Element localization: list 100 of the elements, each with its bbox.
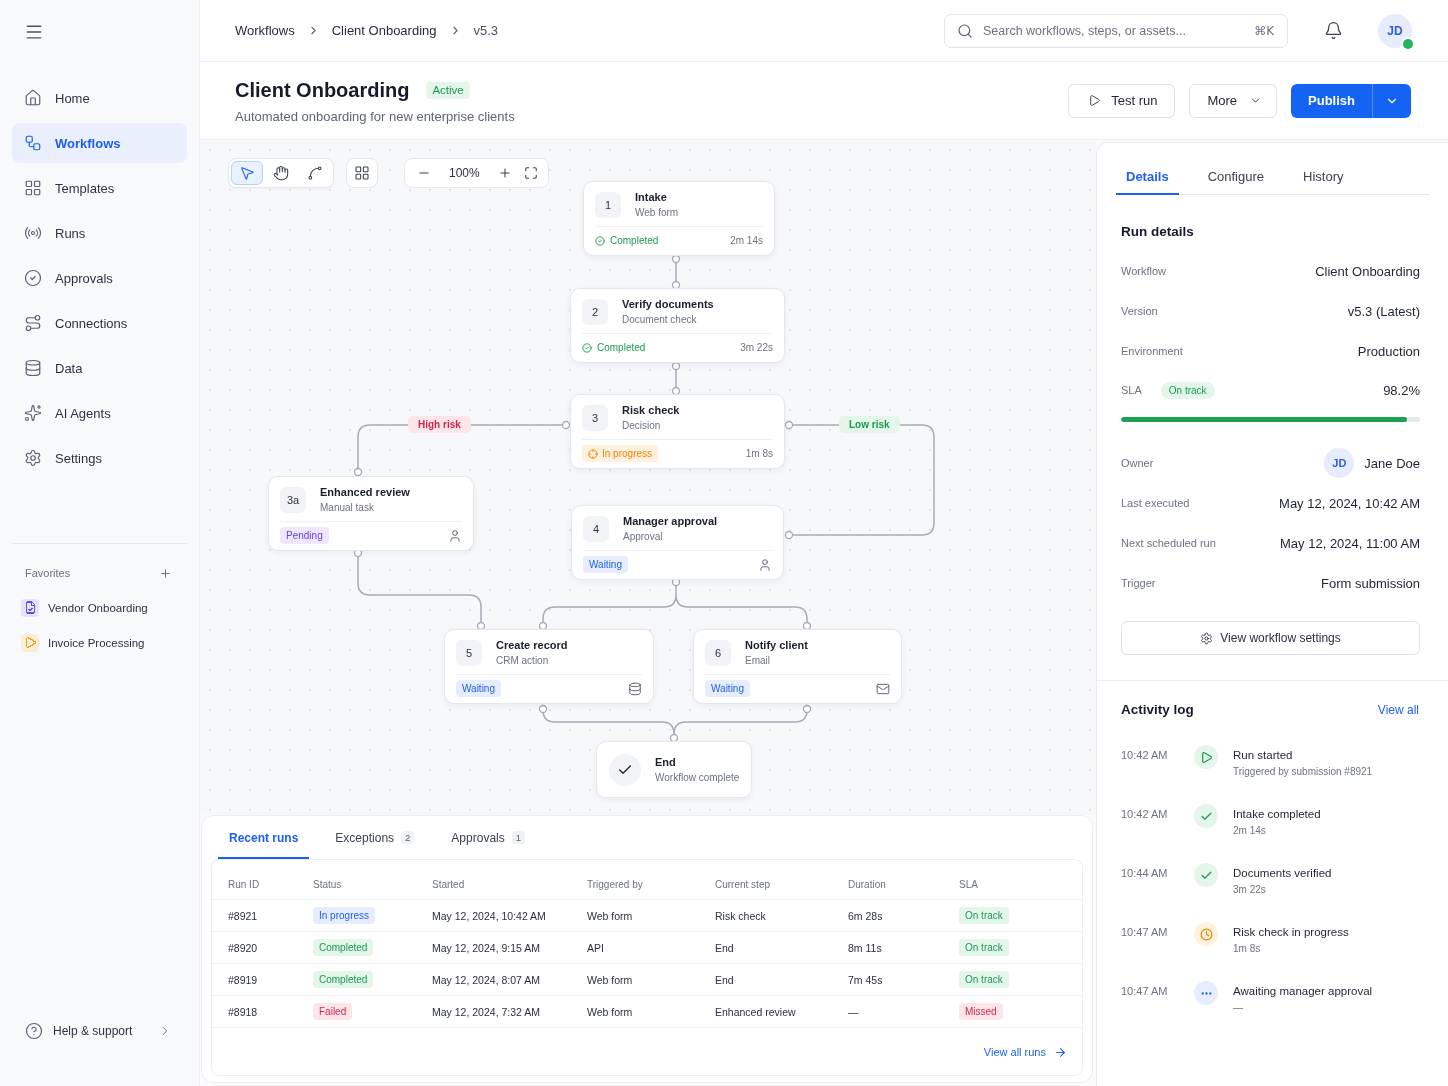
settings-button[interactable]: View workflow settings — [1121, 621, 1420, 655]
table-cell: #8919 — [228, 973, 258, 986]
table-cell: 8m 11s — [848, 941, 882, 954]
workflow-node[interactable]: 4 Manager approval Approval Waiting — [571, 505, 784, 580]
field-value: Production — [1357, 343, 1420, 359]
tab[interactable]: Details — [1116, 157, 1179, 195]
activity-detail: 2m 14s — [1233, 824, 1266, 838]
crosshair-icon — [588, 448, 598, 459]
duration-text: 3m 22s — [740, 342, 773, 353]
node-title: Intake — [635, 190, 667, 204]
status-badge: Pending — [280, 527, 329, 544]
status-badge: On track — [1160, 381, 1215, 399]
check-circle-icon — [582, 342, 592, 353]
nav-item[interactable]: Runs — [12, 213, 187, 253]
node-subtitle: Approval — [623, 530, 663, 543]
activity-detail: — — [1233, 1001, 1243, 1015]
section-title: Run details — [1121, 223, 1194, 241]
activity-time: 10:44 AM — [1121, 866, 1168, 881]
select-tool-button[interactable] — [231, 161, 263, 185]
table-cell: Web form — [587, 973, 633, 986]
view-all-link[interactable]: View all — [1377, 703, 1419, 717]
node-title: Verify documents — [622, 297, 714, 311]
nav-item[interactable]: Settings — [12, 438, 187, 478]
workflow-node[interactable]: 1 Intake Web form Completed 2m 14s — [583, 181, 775, 256]
count-badge: 1 — [511, 831, 526, 844]
workflow-node[interactable]: 3a Enhanced review Manual task Pending — [268, 476, 474, 551]
dropdown-button[interactable] — [1372, 83, 1411, 118]
fullscreen-icon[interactable] — [523, 166, 538, 180]
step-number: 3a — [280, 486, 306, 513]
bell-icon[interactable] — [1324, 21, 1343, 40]
breadcrumb-current[interactable]: v5.3 — [473, 23, 499, 38]
nav-item[interactable]: Templates — [12, 168, 187, 208]
nav-item[interactable]: Approvals — [12, 258, 187, 298]
connector-line — [671, 254, 681, 290]
view-all-link[interactable]: View all runs — [983, 1045, 1067, 1059]
menu-button[interactable]: More — [1189, 83, 1278, 118]
favorite-item[interactable]: Invoice Processing — [12, 625, 187, 660]
column-header: Duration — [848, 879, 886, 890]
grid-icon — [354, 165, 370, 181]
tab[interactable]: History — [1293, 157, 1354, 195]
duration-text: 1m 8s — [745, 448, 773, 459]
help-link[interactable]: Help & support — [12, 1021, 187, 1041]
play-icon — [21, 633, 39, 652]
workflow-node[interactable]: 3 Risk check Decision In progress 1m 8s — [570, 394, 785, 469]
status-text: Completed — [610, 235, 659, 246]
nav-item[interactable]: Home — [12, 78, 187, 118]
workflow-node[interactable]: 5 Create record CRM action Waiting — [444, 629, 654, 704]
node-subtitle: Decision — [622, 419, 661, 432]
plus-icon[interactable] — [159, 566, 172, 580]
secondary-button[interactable]: Test run — [1068, 83, 1176, 118]
end-node[interactable]: End Workflow complete — [596, 741, 752, 798]
arrow-right-icon — [1054, 1045, 1067, 1059]
activity-title: Risk check in progress — [1233, 925, 1349, 940]
table-cell: Web form — [587, 909, 633, 922]
tab[interactable]: Configure — [1197, 157, 1274, 195]
primary-button[interactable]: Publish — [1291, 83, 1372, 118]
table-cell: May 12, 2024, 9:15 AM — [432, 941, 540, 954]
layout-button[interactable] — [346, 158, 378, 188]
node-subtitle: Email — [745, 654, 770, 667]
node-title: Notify client — [745, 638, 808, 652]
shortcut-hint: ⌘K — [1254, 23, 1274, 38]
favorite-item[interactable]: Vendor Onboarding — [12, 590, 187, 625]
owner-avatar: JD — [1324, 448, 1355, 478]
table-cell: #8920 — [228, 941, 258, 954]
tab[interactable]: Approvals 1 — [440, 816, 537, 859]
nav-item[interactable]: Connections — [12, 303, 187, 343]
workflow-node[interactable]: 6 Notify client Email Waiting — [693, 629, 902, 704]
mail-icon — [876, 681, 890, 696]
column-header: Status — [313, 879, 342, 890]
breadcrumb-link[interactable]: Workflows — [235, 23, 295, 38]
breadcrumb-link[interactable]: Client Onboarding — [331, 23, 437, 38]
status-text: Completed — [597, 342, 646, 353]
user-avatar[interactable]: JD — [1378, 13, 1412, 48]
activity-time: 10:42 AM — [1121, 807, 1168, 822]
workflow-node[interactable]: 2 Verify documents Document check Completed 3m 22s — [570, 288, 785, 363]
table-cell: 6m 28s — [848, 909, 883, 922]
tab[interactable]: Exceptions 2 — [324, 816, 426, 859]
field-label: Next scheduled run — [1121, 537, 1216, 549]
menu-icon[interactable] — [24, 22, 44, 42]
nav-item[interactable]: AI Agents — [12, 393, 187, 433]
activity-detail: 3m 22s — [1233, 883, 1266, 897]
status-badge: Waiting — [705, 680, 750, 697]
nav-item[interactable]: Data — [12, 348, 187, 388]
column-header: Started — [432, 879, 465, 890]
node-title: Manager approval — [623, 514, 718, 528]
connector-line — [671, 361, 681, 396]
field-label: Environment — [1121, 345, 1183, 357]
table-cell: May 12, 2024, 8:07 AM — [432, 973, 540, 986]
status-badge: Active — [426, 81, 470, 99]
node-subtitle: CRM action — [496, 654, 549, 667]
activity-title: Intake completed — [1233, 807, 1321, 822]
play-icon — [1088, 94, 1102, 107]
plus-icon[interactable] — [497, 166, 512, 180]
status-badge: On track — [959, 971, 1009, 988]
file-check-icon — [21, 598, 39, 617]
nav-item[interactable]: Workflows — [12, 123, 187, 163]
activity-time: 10:47 AM — [1121, 925, 1168, 940]
node-subtitle: Manual task — [320, 501, 374, 514]
check-icon — [1194, 804, 1218, 828]
table-cell: #8918 — [228, 1005, 258, 1018]
